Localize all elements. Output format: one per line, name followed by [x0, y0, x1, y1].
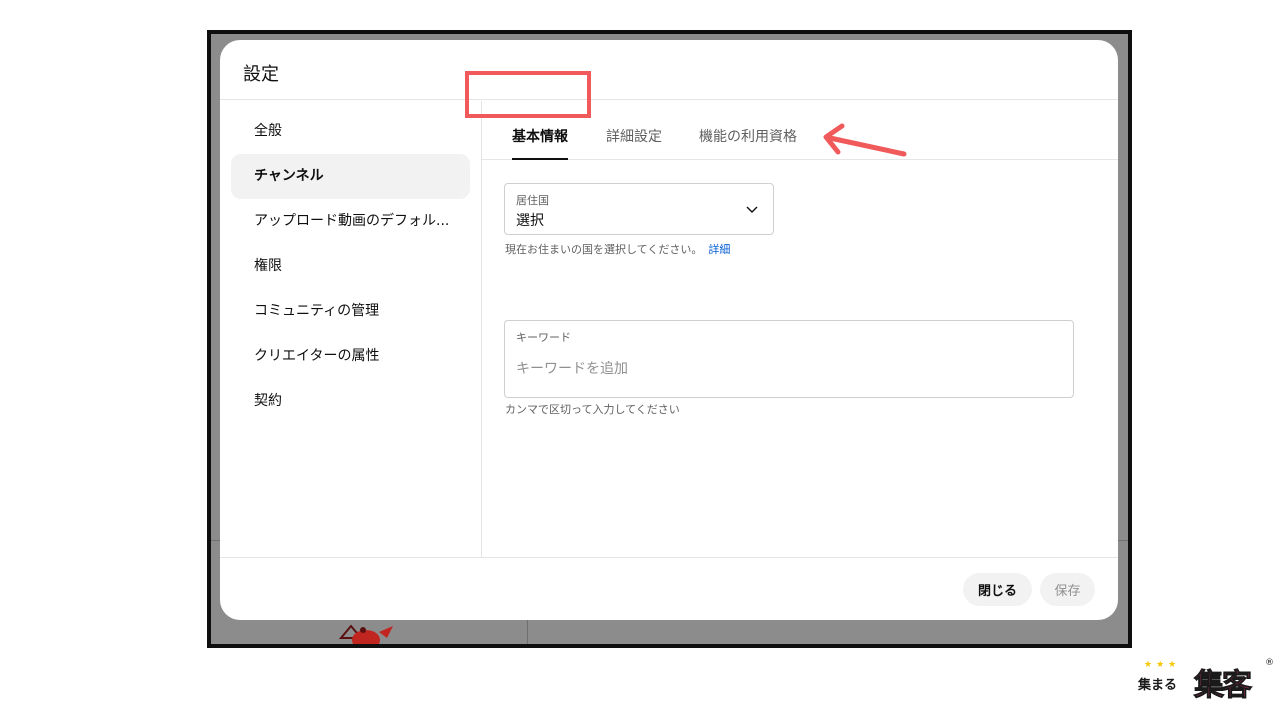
keywords-input[interactable] [516, 361, 1062, 377]
dialog-header: 設定 [220, 40, 1118, 100]
sidebar-item-community[interactable]: コミュニティの管理 [231, 289, 470, 334]
keywords-help: カンマで区切って入力してください [505, 403, 680, 416]
tab-bar: 基本情報 詳細設定 機能の利用資格 [482, 101, 1118, 160]
logo-big-text: 集客 [1194, 668, 1253, 704]
settings-content: 基本情報 詳細設定 機能の利用資格 居住国 選択 現在お住まいの国を選択してくだ… [482, 101, 1118, 557]
country-value: 選択 [516, 213, 544, 229]
logo-small-text: 集まる [1138, 678, 1178, 693]
country-label: 居住国 [516, 194, 549, 207]
save-button[interactable]: 保存 [1040, 573, 1095, 606]
annotation-arrow-icon [823, 123, 907, 157]
registered-mark: ® [1265, 658, 1274, 668]
sidebar-item-upload-defaults[interactable]: アップロード動画のデフォル... [231, 199, 470, 244]
settings-sidebar: 全般 チャンネル アップロード動画のデフォル... 権限 コミュニティの管理 ク… [220, 101, 482, 557]
country-help-text: 現在お住まいの国を選択してください。 [505, 243, 703, 256]
close-button[interactable]: 閉じる [963, 573, 1032, 606]
country-select[interactable]: 居住国 選択 [504, 183, 774, 235]
chevron-down-icon [746, 206, 758, 213]
keywords-label: キーワード [516, 331, 571, 344]
learn-more-link[interactable]: 詳細 [708, 243, 730, 256]
tab-feature-eligibility[interactable]: 機能の利用資格 [699, 101, 797, 160]
settings-dialog: 設定 全般 チャンネル アップロード動画のデフォル... 権限 コミュニティの管… [220, 40, 1118, 620]
tab-advanced-settings[interactable]: 詳細設定 [606, 101, 662, 160]
dialog-title: 設定 [243, 64, 279, 85]
sidebar-item-permissions[interactable]: 権限 [231, 244, 470, 289]
country-help: 現在お住まいの国を選択してください。 詳細 [505, 241, 730, 257]
keywords-field[interactable]: キーワード [504, 320, 1074, 398]
sidebar-item-creator-attributes[interactable]: クリエイターの属性 [231, 334, 470, 379]
mascot-illustration [338, 624, 393, 644]
sidebar-item-general[interactable]: 全般 [231, 109, 470, 154]
brand-logo: ★★★ 集まる 集客 ® [1138, 658, 1274, 704]
stars-icon: ★★★ [1144, 660, 1181, 670]
tab-basic-info[interactable]: 基本情報 [512, 101, 568, 160]
sidebar-item-agreements[interactable]: 契約 [231, 379, 470, 424]
sidebar-item-channel[interactable]: チャンネル [231, 154, 470, 199]
dialog-footer: 閉じる 保存 [220, 557, 1118, 620]
